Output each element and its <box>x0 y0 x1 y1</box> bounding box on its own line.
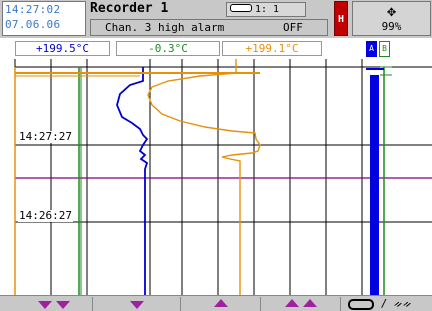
trend-chart[interactable]: 14:27:27 14:26:27 <box>0 59 432 295</box>
clock-display: 14:27:02 07.06.06 <box>2 1 86 36</box>
alarm-state: OFF <box>283 21 303 34</box>
bar-selector[interactable]: A B <box>366 41 394 57</box>
recorder-title: Recorder 1 <box>90 1 169 16</box>
alarm-status: Chan. 3 high alarm OFF <box>90 19 328 36</box>
triangle-down-icon <box>37 301 52 309</box>
scroll-down-fast-button[interactable] <box>15 297 93 311</box>
bar-b-button[interactable]: B <box>379 41 390 57</box>
trend-plot <box>0 59 432 295</box>
channel-2-value[interactable]: -0.3°C <box>116 41 220 56</box>
memory-indicator[interactable]: ✥ 99% <box>352 1 431 36</box>
bar-a-button[interactable]: A <box>366 41 377 57</box>
channel-label: 1: 1 <box>255 4 280 15</box>
memory-percent: 99% <box>381 20 402 33</box>
channel-selector[interactable]: 1: 1 <box>226 2 306 17</box>
clock-time: 14:27:02 <box>5 3 61 16</box>
binoculars-icon[interactable]: ᨀᨀ <box>394 297 412 310</box>
toggle-icon <box>230 4 252 12</box>
channel-1-value[interactable]: +199.5°C <box>15 41 110 56</box>
footer-tools[interactable]: / ᨀᨀ <box>342 297 430 311</box>
scroll-down-button[interactable] <box>93 297 181 311</box>
triangle-down-icon <box>129 301 144 309</box>
triangle-up-icon <box>284 299 299 307</box>
toggle-icon[interactable] <box>348 298 374 310</box>
triangle-down-icon <box>55 301 70 309</box>
channel-1-level-bar <box>370 75 379 295</box>
channel-3-value[interactable]: +199.1°C <box>222 41 322 56</box>
scroll-up-button[interactable] <box>181 297 261 311</box>
time-label-1: 14:27:27 <box>18 130 73 143</box>
hold-button[interactable]: H <box>334 1 348 36</box>
time-label-2: 14:26:27 <box>18 209 73 222</box>
header-bar: 14:27:02 07.06.06 Recorder 1 1: 1 Chan. … <box>0 0 432 38</box>
scroll-up-fast-button[interactable] <box>261 297 341 311</box>
channel-values: +199.5°C -0.3°C +199.1°C A B <box>0 38 432 59</box>
slash-icon: / <box>380 297 388 310</box>
triangle-up-icon <box>213 299 228 307</box>
compass-icon: ✥ <box>386 2 397 20</box>
clock-date: 07.06.06 <box>5 18 61 31</box>
triangle-up-icon <box>302 299 317 307</box>
alarm-message: Chan. 3 high alarm <box>105 21 225 34</box>
footer-toolbar: / ᨀᨀ <box>0 295 432 311</box>
recorder-screen: 14:27:02 07.06.06 Recorder 1 1: 1 Chan. … <box>0 0 432 311</box>
